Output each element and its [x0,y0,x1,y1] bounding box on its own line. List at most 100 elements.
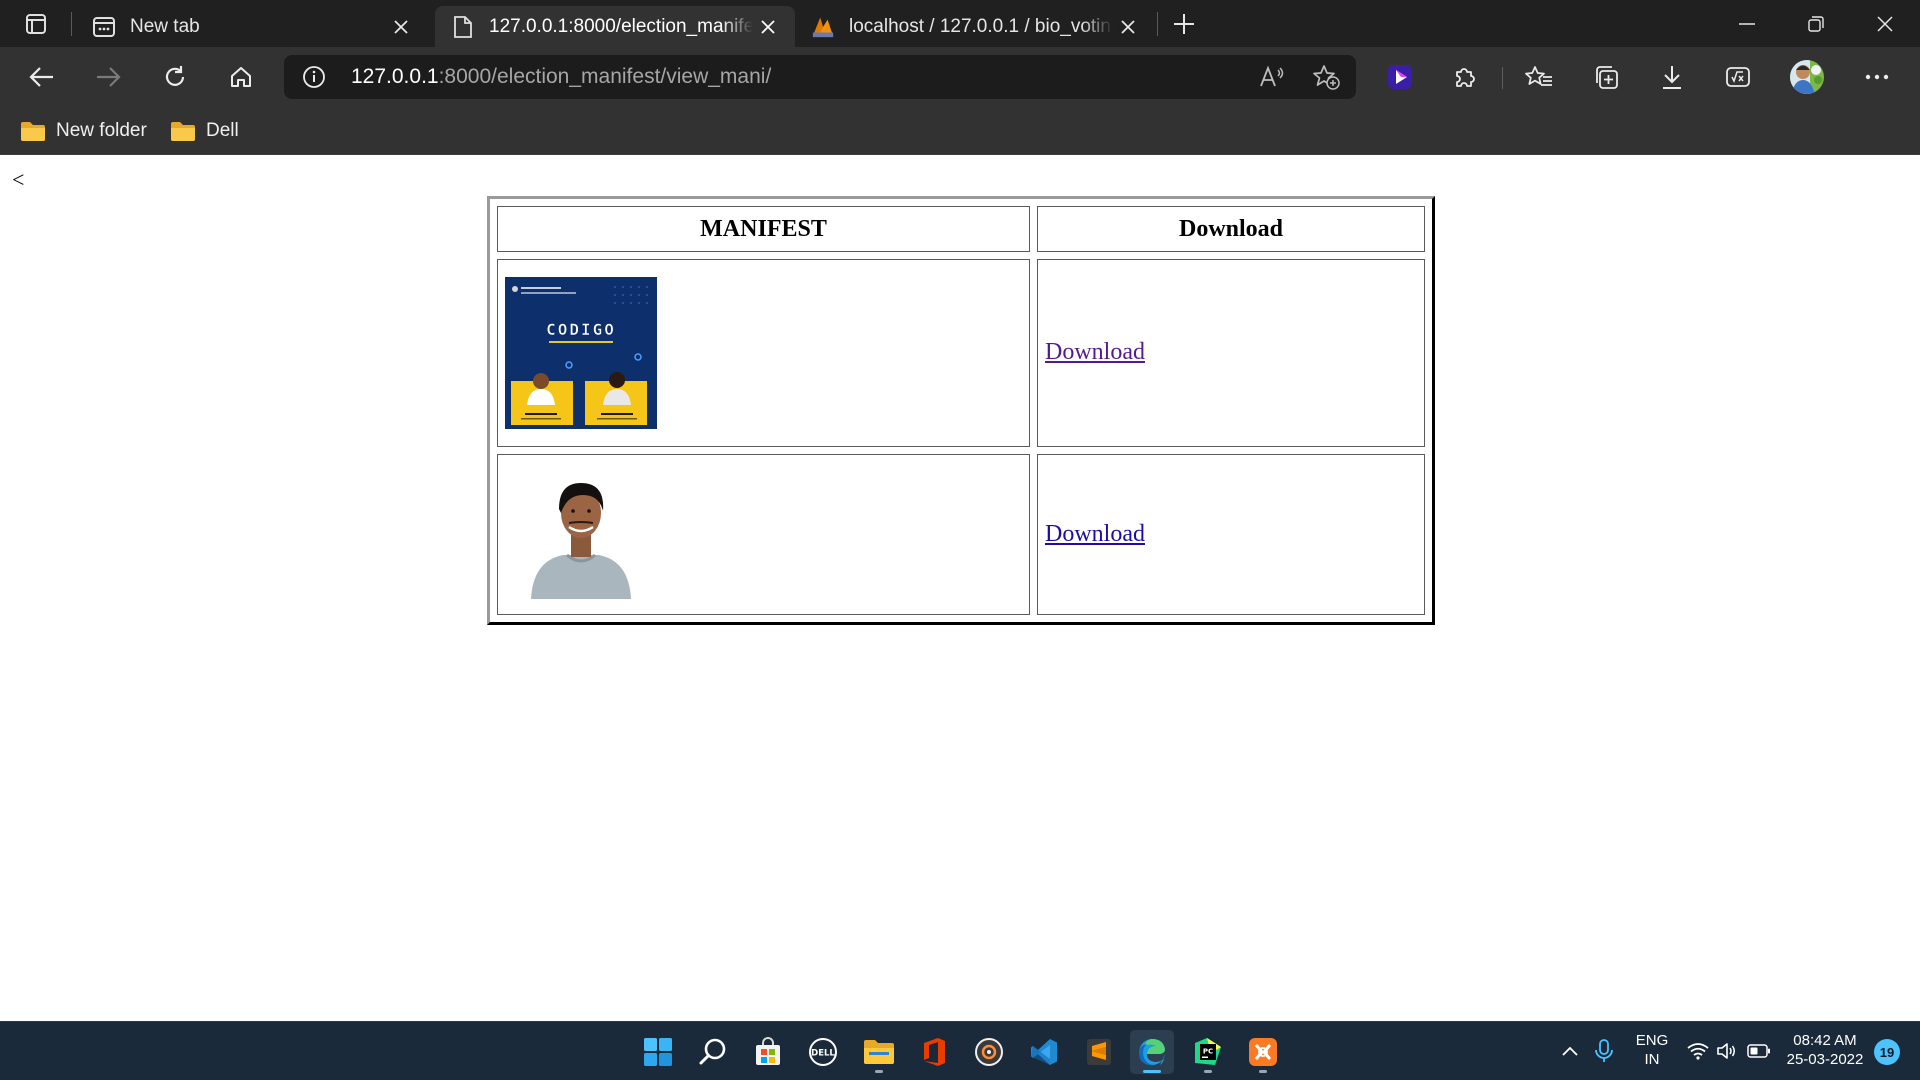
start-button[interactable] [636,1030,680,1074]
office-icon [924,1038,945,1066]
wifi-icon [1687,1043,1709,1060]
vscode-icon [1031,1039,1057,1065]
manifest-table: MANIFEST Download CODIGO Download Downlo… [487,196,1435,625]
clock-time: 08:42 AM [1793,1032,1857,1049]
download-cell: Download [1037,259,1425,447]
downloads-button[interactable] [1650,57,1694,97]
close-icon[interactable] [753,12,783,42]
tab-new-tab[interactable]: New tab [76,6,428,47]
close-icon[interactable] [386,12,416,42]
refresh-button[interactable] [153,57,197,97]
sublime-text-icon [1087,1039,1111,1065]
puzzle-icon [1456,68,1475,87]
manifest-person-image[interactable] [521,469,641,600]
poster-title: CODIGO [546,320,616,339]
wifi-status[interactable] [1685,1038,1711,1064]
tab-actions-icon [26,14,46,34]
windows-start-icon [644,1038,672,1066]
restore-button[interactable] [1781,0,1851,47]
url-path: :8000/election_manifest/view_mani/ [438,65,772,88]
manifest-cell [497,453,1030,615]
tab-phpmyadmin[interactable]: localhost / 127.0.0.1 / bio_voting [795,6,1155,47]
read-aloud-icon [1260,66,1284,87]
page-content: < MANIFEST Download CODIGO Download Down… [0,155,1920,1021]
taskbar-dell[interactable]: DELL [801,1030,845,1074]
clock[interactable]: 08:42 AM 25-03-2022 [1778,1031,1872,1069]
address-bar[interactable]: 127.0.0.1:8000/election_manifest/view_ma… [284,55,1356,99]
taskbar-store[interactable] [746,1030,790,1074]
microphone-icon [1595,1039,1613,1062]
collections-button[interactable] [1584,57,1628,97]
close-icon[interactable] [1113,12,1143,42]
language-indicator[interactable]: ENG IN [1630,1031,1674,1069]
download-link[interactable]: Download [1045,521,1145,547]
column-header-manifest: MANIFEST [497,206,1030,252]
new-tab-page-icon [92,15,116,39]
video-extension-button[interactable] [1378,57,1422,97]
back-link[interactable]: < [12,167,24,193]
taskbar-vscode[interactable] [1022,1030,1066,1074]
home-button[interactable] [219,57,263,97]
arrow-left-icon [29,67,53,87]
document-icon [451,15,475,39]
clock-date: 25-03-2022 [1786,1051,1864,1068]
folder-icon [21,122,45,141]
tab-actions-button[interactable] [14,9,58,39]
bookmark-new-folder[interactable]: New folder [20,116,147,146]
table-row: CODIGO Download [497,259,1425,447]
download-cell: Download [1037,453,1425,615]
taskbar-media[interactable] [967,1030,1011,1074]
settings-more-button[interactable] [1855,57,1899,97]
new-tab-button[interactable] [1166,9,1202,39]
add-favorite-button[interactable] [1308,61,1344,93]
tab-title: 127.0.0.1:8000/election_manifest [489,15,753,37]
battery-icon [1747,1044,1770,1058]
taskbar-sublime[interactable] [1077,1030,1121,1074]
taskbar-xampp[interactable] [1241,1030,1285,1074]
minimize-button[interactable] [1712,0,1782,47]
manifest-cell: CODIGO [497,259,1030,447]
avatar [1790,60,1824,94]
taskbar-office[interactable] [912,1030,956,1074]
read-aloud-button[interactable] [1254,61,1290,93]
tab-divider [71,12,72,36]
search-button[interactable] [691,1030,735,1074]
extensions-button[interactable] [1443,57,1487,97]
bookmark-dell[interactable]: Dell [170,116,239,146]
download-link[interactable]: Download [1045,339,1145,365]
forward-button[interactable] [86,57,130,97]
table-row: Download [497,453,1425,615]
battery-status[interactable] [1746,1038,1772,1064]
tab-election-manifest[interactable]: 127.0.0.1:8000/election_manifest [435,6,795,47]
tab-strip: New tab 127.0.0.1:8000/election_manifest… [0,0,1920,47]
volume-status[interactable] [1714,1038,1740,1064]
bookmark-label: New folder [56,120,147,141]
url-host: 127.0.0.1 [351,65,439,88]
favorites-button[interactable] [1517,57,1561,97]
toolbar-separator [1502,67,1503,89]
math-solver-button[interactable] [1716,57,1760,97]
favorites-icon [1525,66,1552,86]
tab-divider [1157,12,1158,36]
info-icon[interactable] [302,65,326,89]
show-hidden-icons-button[interactable] [1557,1038,1583,1064]
url-text[interactable]: 127.0.0.1:8000/election_manifest/view_ma… [351,65,771,89]
search-icon [699,1038,726,1065]
taskbar-file-explorer[interactable] [857,1030,901,1074]
microphone-tray-button[interactable] [1591,1038,1617,1064]
notification-badge[interactable]: 19 [1874,1039,1900,1065]
play-extension-icon [1388,65,1412,89]
bookmarks-bar: New folder Dell [0,107,1920,155]
phpmyadmin-icon [811,15,835,39]
running-indicator [1204,1070,1212,1073]
taskbar: DELL PC ENG IN 08:42 AM 25-03-2022 19 [0,1021,1920,1080]
back-button[interactable] [20,57,64,97]
chevron-up-icon [1562,1046,1578,1056]
taskbar-edge[interactable] [1130,1030,1174,1074]
running-indicator [1143,1070,1161,1073]
taskbar-pycharm[interactable]: PC [1186,1030,1230,1074]
manifest-poster-image[interactable]: CODIGO [505,276,657,429]
profile-button[interactable] [1785,57,1829,97]
close-window-button[interactable] [1850,0,1920,47]
store-icon [756,1037,780,1065]
